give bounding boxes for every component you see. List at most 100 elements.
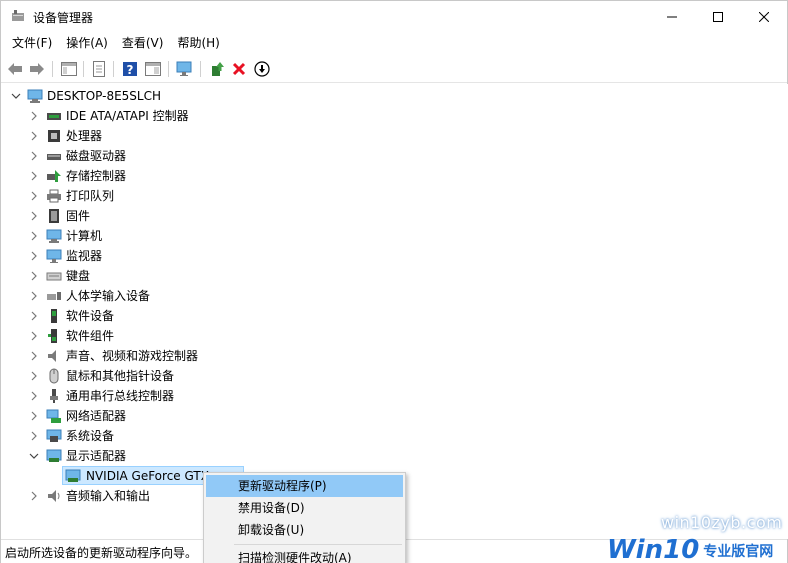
chevron-right-icon[interactable]	[29, 191, 39, 201]
chevron-down-icon[interactable]	[29, 451, 39, 461]
chevron-right-icon[interactable]	[29, 491, 39, 501]
properties-button[interactable]	[89, 59, 109, 79]
back-icon	[8, 63, 22, 75]
watermark-logo-main: Win10	[607, 535, 700, 563]
menu-update-driver[interactable]: 更新驱动程序(P)	[206, 475, 403, 497]
tree-category-label: 存储控制器	[66, 169, 127, 183]
printer-icon	[46, 188, 62, 204]
tree-category-label: 固件	[66, 209, 91, 223]
chevron-right-icon[interactable]	[29, 351, 39, 361]
show-hide-console-tree-icon	[61, 62, 77, 76]
tree-category-label: 音频输入和输出	[66, 489, 151, 503]
toolbar: ?	[1, 55, 787, 83]
menu-action[interactable]: 操作(A)	[59, 32, 115, 54]
menu-uninstall-device[interactable]: 卸载设备(U)	[206, 519, 403, 541]
tree-category-label: 系统设备	[66, 429, 115, 443]
properties-icon	[93, 61, 105, 77]
device-tree[interactable]: DESKTOP-8E5SLCH IDE ATA/ATAPI 控制器 处理器 磁盘驱动器…	[2, 84, 780, 539]
vertical-scrollbar[interactable]	[780, 84, 788, 539]
system-device-icon	[46, 428, 62, 444]
tree-category-label: 显示适配器	[66, 449, 127, 463]
chevron-right-icon[interactable]	[29, 431, 39, 441]
forward-button[interactable]	[27, 59, 47, 79]
mouse-icon	[46, 368, 62, 384]
chevron-right-icon[interactable]	[29, 251, 39, 261]
chevron-right-icon[interactable]	[29, 391, 39, 401]
chevron-down-icon[interactable]	[11, 91, 21, 101]
back-button[interactable]	[5, 59, 25, 79]
tree-category-item[interactable]	[2, 186, 772, 206]
chevron-right-icon[interactable]	[29, 211, 39, 221]
tree-category-item[interactable]	[2, 126, 772, 146]
tree-category-label: IDE ATA/ATAPI 控制器	[66, 109, 189, 123]
console-tree-button[interactable]	[59, 59, 79, 79]
software-component-icon	[46, 328, 62, 344]
usb-icon	[46, 388, 62, 404]
chevron-right-icon[interactable]	[29, 231, 39, 241]
tree-category-label: 软件组件	[66, 329, 115, 343]
minimize-button[interactable]	[649, 1, 695, 32]
tree-category-item[interactable]	[2, 246, 772, 266]
tree-category-label: 处理器	[66, 129, 103, 143]
device-manager-app-icon	[11, 9, 25, 23]
maximize-button[interactable]	[695, 1, 741, 32]
chevron-right-icon[interactable]	[29, 311, 39, 321]
display-adapter-icon	[46, 448, 62, 464]
chevron-right-icon[interactable]	[29, 111, 39, 121]
menu-disable-device[interactable]: 禁用设备(D)	[206, 497, 403, 519]
menu-scan-hardware[interactable]: 扫描检测硬件改动(A)	[206, 547, 403, 563]
window-title: 设备管理器	[33, 11, 94, 25]
chevron-right-icon[interactable]	[29, 371, 39, 381]
update-driver-button[interactable]	[207, 59, 227, 79]
tree-category-item[interactable]	[2, 306, 772, 326]
chevron-right-icon[interactable]	[29, 331, 39, 341]
tree-category-label: 键盘	[66, 269, 91, 283]
chevron-right-icon[interactable]	[29, 411, 39, 421]
computer-root-icon	[27, 88, 43, 104]
action-pane-button[interactable]	[143, 59, 163, 79]
help-button[interactable]: ?	[120, 59, 140, 79]
uninstall-icon	[232, 62, 246, 76]
chevron-right-icon[interactable]	[29, 151, 39, 161]
tree-category-item[interactable]	[2, 426, 772, 446]
scan-hardware-icon	[176, 61, 192, 76]
toolbar-separator	[168, 61, 169, 77]
display-adapter-icon	[65, 468, 81, 484]
chevron-right-icon[interactable]	[29, 291, 39, 301]
tree-device-label: NVIDIA GeForce GTX	[86, 469, 209, 483]
disk-drive-icon	[46, 148, 62, 164]
status-text: 启动所选设备的更新驱动程序向导。	[5, 546, 198, 560]
minimize-icon	[667, 16, 677, 17]
tree-category-item[interactable]	[2, 326, 772, 346]
action-pane-icon	[145, 62, 161, 76]
tree-category-item[interactable]	[2, 226, 772, 246]
help-icon: ?	[123, 62, 137, 77]
uninstall-button[interactable]	[229, 59, 249, 79]
chevron-right-icon[interactable]	[29, 131, 39, 141]
monitor-icon	[46, 248, 62, 264]
tree-category-item[interactable]	[2, 206, 772, 226]
menu-file[interactable]: 文件(F)	[5, 32, 59, 54]
software-device-icon	[46, 308, 62, 324]
tree-root-label: DESKTOP-8E5SLCH	[47, 89, 162, 103]
tree-category-label: 打印队列	[66, 189, 115, 203]
chevron-right-icon[interactable]	[29, 271, 39, 281]
tree-category-label: 声音、视频和游戏控制器	[66, 349, 199, 363]
ide-controller-icon	[46, 108, 62, 124]
menu-view[interactable]: 查看(V)	[115, 32, 171, 54]
close-button[interactable]	[741, 1, 787, 32]
tree-category-label: 网络适配器	[66, 409, 127, 423]
audio-io-icon	[46, 488, 62, 504]
tree-category-item[interactable]	[2, 266, 772, 286]
context-menu-separator	[234, 544, 402, 545]
toolbar-separator	[52, 61, 53, 77]
watermark-logo-sub: 专业版官网	[703, 544, 774, 560]
toolbar-separator	[200, 61, 201, 77]
maximize-icon	[713, 11, 723, 22]
menu-bar: 文件(F) 操作(A) 查看(V) 帮助(H)	[1, 32, 787, 54]
title-bar[interactable]: 设备管理器	[1, 1, 787, 32]
chevron-right-icon[interactable]	[29, 171, 39, 181]
disable-button[interactable]	[252, 59, 272, 79]
menu-help[interactable]: 帮助(H)	[170, 32, 226, 54]
scan-hardware-button[interactable]	[175, 59, 195, 79]
